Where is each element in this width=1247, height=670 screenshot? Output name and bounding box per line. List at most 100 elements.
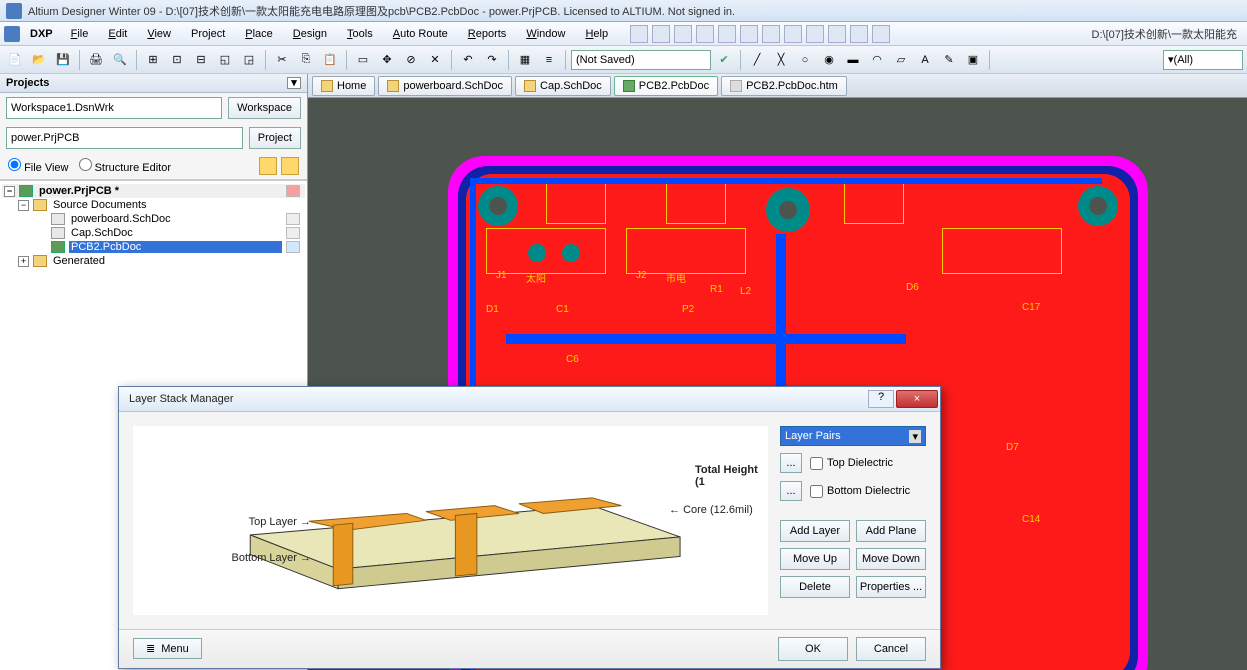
tree-item-cap[interactable]: Cap.SchDoc bbox=[2, 226, 305, 240]
radio-structure-editor[interactable]: Structure Editor bbox=[79, 158, 171, 174]
menu-reports[interactable]: Reports bbox=[458, 26, 517, 42]
top-dielectric-dots[interactable]: ... bbox=[780, 453, 802, 473]
small-icon-3[interactable] bbox=[674, 25, 692, 43]
panel-collapse-icon[interactable]: ▾ bbox=[287, 77, 301, 89]
top-dielectric-check[interactable] bbox=[810, 457, 823, 470]
tool-poly-icon[interactable]: ▱ bbox=[890, 49, 912, 71]
menu-tools[interactable]: Tools bbox=[337, 26, 383, 42]
tool-grid-icon[interactable]: ▦ bbox=[514, 49, 536, 71]
small-icon-9[interactable] bbox=[806, 25, 824, 43]
help-icon[interactable]: ? bbox=[868, 390, 894, 408]
spacer bbox=[36, 214, 47, 225]
tool-pad-icon[interactable]: ◉ bbox=[818, 49, 840, 71]
tool-zoomall-icon[interactable]: ◲ bbox=[238, 49, 260, 71]
move-down-button[interactable]: Move Down bbox=[856, 548, 926, 570]
project-input[interactable] bbox=[6, 127, 243, 149]
move-up-button[interactable]: Move Up bbox=[780, 548, 850, 570]
tool-new-icon[interactable]: 📄 bbox=[4, 49, 26, 71]
tool-print-icon[interactable]: 🖨 bbox=[85, 49, 107, 71]
tool-text-icon[interactable]: A bbox=[914, 49, 936, 71]
tab-home[interactable]: Home bbox=[312, 76, 375, 96]
small-icon-12[interactable] bbox=[872, 25, 890, 43]
close-button[interactable]: × bbox=[896, 390, 938, 408]
dialog-titlebar[interactable]: Layer Stack Manager ? × bbox=[119, 387, 940, 412]
small-icon-7[interactable] bbox=[762, 25, 780, 43]
menu-file[interactable]: File bbox=[61, 26, 99, 42]
tool-clear-icon[interactable]: ✕ bbox=[424, 49, 446, 71]
ok-button[interactable]: OK bbox=[778, 637, 848, 661]
small-icon-2[interactable] bbox=[652, 25, 670, 43]
expand-icon[interactable]: + bbox=[18, 256, 29, 267]
tool-layer-icon[interactable]: ≡ bbox=[538, 49, 560, 71]
tool-string-icon[interactable]: ✎ bbox=[938, 49, 960, 71]
workspace-input[interactable] bbox=[6, 97, 222, 119]
small-icon-11[interactable] bbox=[850, 25, 868, 43]
tool-save-icon[interactable]: 💾 bbox=[52, 49, 74, 71]
tool-route-icon[interactable]: ╱ bbox=[746, 49, 768, 71]
tool-diff-icon[interactable]: ╳ bbox=[770, 49, 792, 71]
tab-powerboard[interactable]: powerboard.SchDoc bbox=[378, 76, 512, 96]
tool-zoomfit-icon[interactable]: ⊡ bbox=[166, 49, 188, 71]
tool-via-icon[interactable]: ○ bbox=[794, 49, 816, 71]
menu-view[interactable]: View bbox=[137, 26, 181, 42]
tool-move-icon[interactable]: ✥ bbox=[376, 49, 398, 71]
menu-window[interactable]: Window bbox=[516, 26, 575, 42]
tab-cap[interactable]: Cap.SchDoc bbox=[515, 76, 611, 96]
menu-project[interactable]: Project bbox=[181, 26, 235, 42]
small-icon-1[interactable] bbox=[630, 25, 648, 43]
add-plane-button[interactable]: Add Plane bbox=[856, 520, 926, 542]
delete-button[interactable]: Delete bbox=[780, 576, 850, 598]
small-icon-10[interactable] bbox=[828, 25, 846, 43]
project-button[interactable]: Project bbox=[249, 127, 301, 149]
tool-zoomsel-icon[interactable]: ◱ bbox=[214, 49, 236, 71]
tool-arc-icon[interactable]: ◠ bbox=[866, 49, 888, 71]
menu-button[interactable]: ≣ Menu bbox=[133, 638, 202, 659]
expand-icon[interactable]: − bbox=[4, 186, 15, 197]
small-icon-4[interactable] bbox=[696, 25, 714, 43]
bottom-dielectric-check[interactable] bbox=[810, 485, 823, 498]
tool-cut-icon[interactable]: ✂ bbox=[271, 49, 293, 71]
tool-open-icon[interactable]: 📂 bbox=[28, 49, 50, 71]
tool-fill-icon[interactable]: ▬ bbox=[842, 49, 864, 71]
tab-pcb2htm[interactable]: PCB2.PcbDoc.htm bbox=[721, 76, 847, 96]
tool-comp-icon[interactable]: ▣ bbox=[962, 49, 984, 71]
tool-deselect-icon[interactable]: ⊘ bbox=[400, 49, 422, 71]
menu-design[interactable]: Design bbox=[283, 26, 337, 42]
tool-redo-icon[interactable]: ↷ bbox=[481, 49, 503, 71]
small-icon-6[interactable] bbox=[740, 25, 758, 43]
save-state-combo[interactable]: (Not Saved) bbox=[571, 50, 711, 70]
panel-icon-2[interactable] bbox=[281, 157, 299, 175]
tool-copy-icon[interactable]: ⎘ bbox=[295, 49, 317, 71]
tree-root[interactable]: − power.PrjPCB * bbox=[2, 184, 305, 198]
layer-pairs-combo[interactable]: Layer Pairs bbox=[780, 426, 926, 446]
tool-zoomout-icon[interactable]: ⊟ bbox=[190, 49, 212, 71]
tree-item-powerboard[interactable]: powerboard.SchDoc bbox=[2, 212, 305, 226]
cancel-button[interactable]: Cancel bbox=[856, 637, 926, 661]
menu-dxp[interactable]: DXP bbox=[22, 26, 61, 42]
tree-generated[interactable]: + Generated bbox=[2, 254, 305, 268]
panel-icon-1[interactable] bbox=[259, 157, 277, 175]
small-icon-5[interactable] bbox=[718, 25, 736, 43]
menu-autoroute[interactable]: Auto Route bbox=[383, 26, 458, 42]
tool-paste-icon[interactable]: 📋 bbox=[319, 49, 341, 71]
tool-preview-icon[interactable]: 🔍 bbox=[109, 49, 131, 71]
properties-button[interactable]: Properties ... bbox=[856, 576, 926, 598]
tool-check-icon[interactable]: ✔ bbox=[713, 49, 735, 71]
radio-file-view[interactable]: File View bbox=[8, 158, 69, 174]
small-icon-8[interactable] bbox=[784, 25, 802, 43]
add-layer-button[interactable]: Add Layer bbox=[780, 520, 850, 542]
tool-zoom-icon[interactable]: ⊞ bbox=[142, 49, 164, 71]
tool-undo-icon[interactable]: ↶ bbox=[457, 49, 479, 71]
tree-source-documents[interactable]: − Source Documents bbox=[2, 198, 305, 212]
tool-select-icon[interactable]: ▭ bbox=[352, 49, 374, 71]
menu-help[interactable]: Help bbox=[575, 26, 618, 42]
tree-item-pcb2[interactable]: PCB2.PcbDoc bbox=[2, 240, 305, 254]
filter-combo[interactable]: ▾ (All) bbox=[1163, 50, 1243, 70]
menu-place[interactable]: Place bbox=[235, 26, 283, 42]
workspace-button[interactable]: Workspace bbox=[228, 97, 301, 119]
menu-edit[interactable]: Edit bbox=[98, 26, 137, 42]
bottom-dielectric-dots[interactable]: ... bbox=[780, 481, 802, 501]
tab-pcb2[interactable]: PCB2.PcbDoc bbox=[614, 76, 718, 96]
silk-rect bbox=[942, 228, 1062, 274]
expand-icon[interactable]: − bbox=[18, 200, 29, 211]
